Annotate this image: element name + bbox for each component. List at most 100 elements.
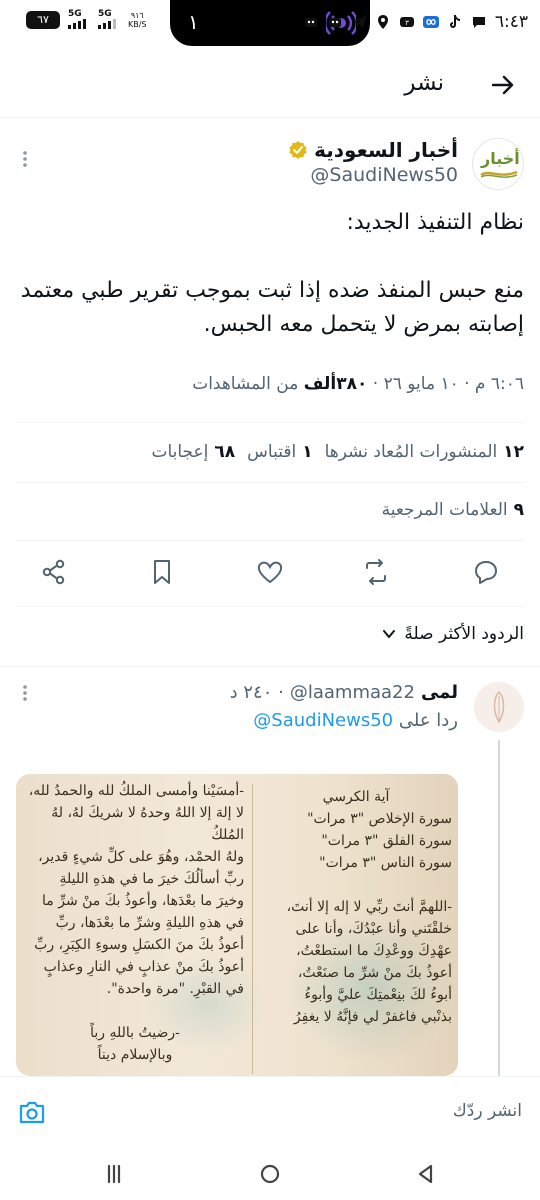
chat-icon [472,17,485,28]
paper-line [26,1000,244,1022]
paper-line: أعوذُ بكَ منَ الكسَلِ وسوءِ الكِبَرِ، رب… [34,937,244,953]
tweet-actions [0,558,540,592]
sort-label: الردود الأكثر صلةً [404,624,524,644]
reply-more-options-icon[interactable] [22,684,28,702]
paper-line: -أمسَيْنا وأمسى الملكُ لله والحمدُ لله، [28,783,244,799]
more-options-icon[interactable] [22,150,28,168]
island-number: ١ [188,10,199,34]
reply-author-handle[interactable]: @laammaa22 [290,682,415,703]
bookmarks-stat[interactable]: ٩العلامات المرجعية [382,500,524,520]
location-icon [377,15,388,29]
repost-icon[interactable] [362,558,390,586]
bookmarks-label: العلامات المرجعية [381,500,508,520]
paper-line: أبوءُ لكَ بنِعْمتِكَ عليَّ وأبوءُ [304,987,452,1003]
paper-line: أعوذُ بكَ منْ عذابٍ في النارِ وعذابٍ [43,959,244,975]
paper-line: ولهُ الحمْد، وهُوَ على كلِّ شيءٍ قدير، [38,849,244,865]
reply-author-name[interactable]: لمى [421,682,458,703]
speed-value: ٩١٦ [130,10,144,20]
author-avatar[interactable]: أخبار [472,138,524,190]
replying-prefix: ردا على [398,710,458,731]
paper-line: -رضيتُ باللهِ رباً [90,1025,180,1041]
replying-handle-link[interactable]: @SaudiNews50 [253,710,393,731]
signal-indicator-2: 5G [98,10,120,29]
tweet-time: ٦:٠٦ م · [464,374,524,394]
reply-icon[interactable] [472,558,500,586]
reply-image[interactable]: -أمسَيْنا وأمسى الملكُ لله والحمدُ لله، … [16,774,458,1076]
likes-count: ٦٨ [214,442,236,462]
svg-text:٣: ٣ [405,19,409,27]
status-bar: ٦٧ 5G 5G ٩١٦ KB/S ١ ٣ ٦:٤٣ [0,0,540,48]
paper-line: آية الكرسي [322,789,390,805]
divider [0,666,540,667]
app-header: نشر [0,56,540,118]
paper-line [260,874,452,896]
paper-line: في هذهِ الليلةِ وشرِّ ما بعْدَها، ربِّ [55,915,244,931]
tweet-stats: ١٢المنشورات المُعاد نشرها ١اقتباس ٦٨إعجا… [151,442,524,462]
paper-line: -اللهمَّ أنتَ ربِّي لا إله إلا أنتَ، [286,899,452,915]
page-title: نشر [404,70,444,96]
signal-bars-icon [68,19,86,29]
bookmark-icon[interactable] [148,558,176,586]
signal-label-2: 5G [98,9,112,19]
divider [16,540,524,541]
replying-to: ردا على @SaudiNews50 [253,710,458,731]
tweet-views-count: ٣٨٠ألف [303,374,368,394]
author-handle[interactable]: @SaudiNews50 [310,164,458,186]
tweet-text-gap [14,240,524,274]
system-nav-bar [0,1148,540,1200]
paper-column-divider [252,784,253,1074]
tweet-meta: ٦:٠٦ م · ١٠ مايو ٢٦ · ٣٨٠ألف من المشاهدا… [192,374,524,394]
likes-stat[interactable]: ٦٨إعجابات [151,442,235,462]
recent-apps-icon[interactable] [102,1162,126,1186]
status-right: ٣ ٦:٤٣ [303,12,528,32]
tweet-date: ١٠ مايو ٢٦ · [372,374,459,394]
bot-icon-2 [328,18,341,27]
bookmarks-count: ٩ [513,500,524,520]
home-icon[interactable] [258,1162,282,1186]
telegram-icon [351,16,366,28]
author-name-row[interactable]: أخبار السعودية [288,138,458,162]
reply-header: لمى @laammaa22 · ٢٤٠ د [230,682,458,703]
reply-input[interactable]: انشر ردّك [453,1101,522,1121]
paper-left-column: -أمسَيْنا وأمسى الملكُ لله والحمدُ لله، … [26,780,244,1066]
share-icon[interactable] [40,558,68,586]
avatar-wave-icon [480,170,518,178]
quotes-stat[interactable]: ١اقتباس [247,442,312,462]
tweet-body: نظام التنفيذ الجديد: منع حبس المنفذ ضده … [14,206,524,342]
battery-indicator: ٦٧ [26,10,60,29]
verified-badge-icon [289,141,307,159]
reposts-count: ١٢ [503,442,524,462]
reply-sort-dropdown[interactable]: الردود الأكثر صلةً [382,624,524,644]
paper-line: أعوذُ بكَ منْ شرِّ ما صنَعْتُ، [297,965,452,981]
tweet-text-line-1: نظام التنفيذ الجديد: [346,210,524,235]
quotes-label: اقتباس [247,442,297,462]
reposts-label: المنشورات المُعاد نشرها [324,442,498,462]
clock: ٦:٤٣ [494,12,528,32]
tiktok-icon [449,15,460,28]
paper-line: سورة الفلق "٣ مرات" [321,833,452,849]
app-icon: ٣ [399,17,414,27]
leaf-icon [493,690,505,724]
bot-icon [304,18,317,27]
reposts-stat[interactable]: ١٢المنشورات المُعاد نشرها [325,442,524,462]
camera-icon[interactable] [18,1099,46,1125]
paper-line: لا إلهَ إلا اللهُ وحدهُ لا شريكَ لهُ، له… [51,805,244,843]
paper-line: عهْدِكَ ووعْدِكَ ما استطعْتُ، [296,943,452,959]
arrow-right-icon[interactable] [490,72,516,98]
heart-icon[interactable] [256,558,284,586]
paper-line: بذنْبي فاغفرْ لي فإنَّهُ لا يغفِرُ [293,1009,452,1025]
tweet-views-label: من المشاهدات [192,374,299,394]
reply-avatar[interactable] [474,682,524,732]
thread-line [498,740,500,1080]
reply-time: · ٢٤٠ د [229,682,284,703]
nav-back-icon[interactable] [414,1162,438,1186]
signal-indicator-1: 5G [68,10,90,29]
author-name[interactable]: أخبار السعودية [314,138,458,162]
tweet-text-line-2: منع حبس المنفذ ضده إذا ثبت بموجب تقرير ط… [20,278,524,337]
avatar-logo-text: أخبار [481,149,520,168]
status-left: ٦٧ 5G 5G ٩١٦ KB/S [26,10,147,29]
signal-bars-icon-2 [98,19,116,29]
infinity-icon [422,16,439,28]
prayer-paper-image: -أمسَيْنا وأمسى الملكُ لله والحمدُ لله، … [16,774,458,1076]
paper-right-column: آية الكرسي سورة الإخلاص "٣ مرات" سورة ال… [260,786,452,1028]
